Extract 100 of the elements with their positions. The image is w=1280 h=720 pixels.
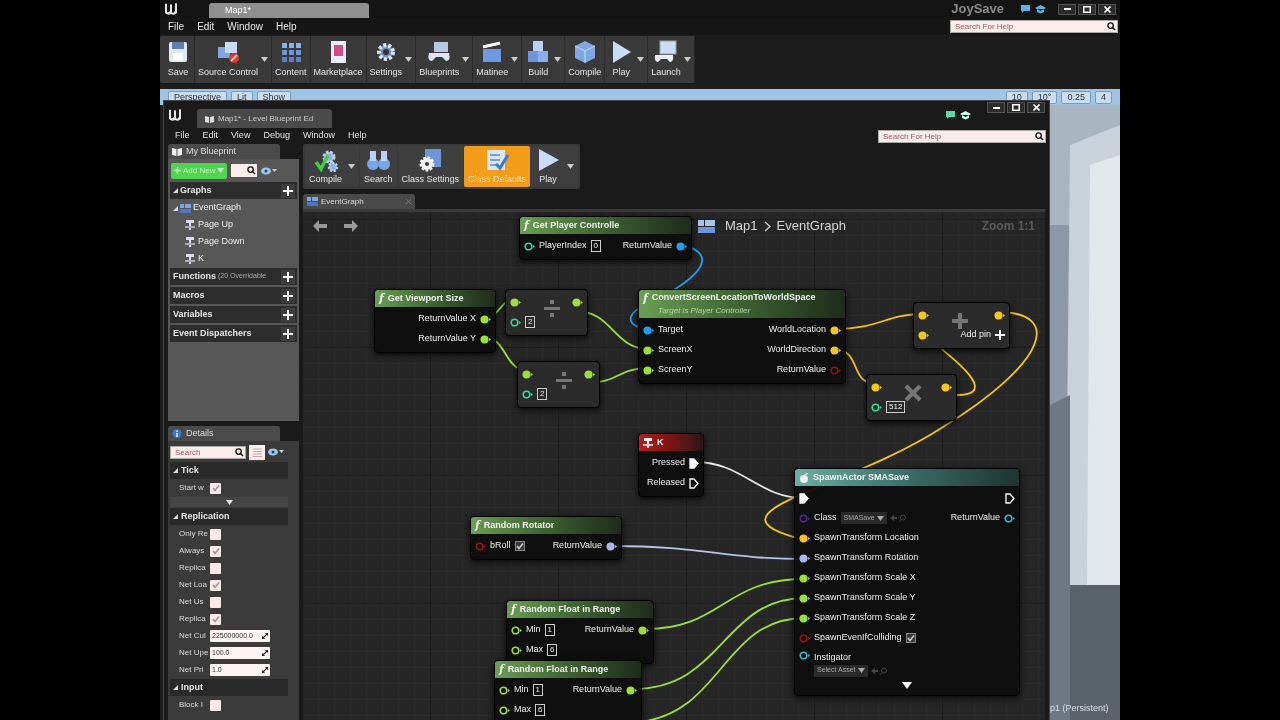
toolbar-button[interactable]: Blueprints: [416, 36, 474, 83]
menu-item[interactable]: View: [231, 129, 251, 143]
blueprint-node[interactable]: 512: [866, 374, 957, 421]
menu-item[interactable]: Window: [302, 129, 335, 143]
close-button[interactable]: [1098, 3, 1116, 15]
toolbar-button[interactable]: Matinee: [473, 36, 523, 83]
eye-icon[interactable]: [268, 448, 284, 456]
maximize-button[interactable]: [1078, 3, 1096, 15]
section-header[interactable]: Graphs: [170, 182, 297, 199]
pin-icon[interactable]: [799, 613, 810, 623]
pin-icon[interactable]: [643, 365, 654, 375]
pin-icon[interactable]: [799, 533, 810, 543]
blueprint-node[interactable]: f Random Float in Range Min 1 Max 6 ReturnValue: [506, 600, 654, 664]
pin-icon[interactable]: [830, 325, 841, 335]
pin-icon[interactable]: [510, 297, 521, 307]
exec-pin-icon[interactable]: [799, 492, 809, 504]
section-header[interactable]: Macros: [170, 287, 297, 304]
pin-value-field[interactable]: 1: [532, 684, 543, 696]
pin-icon[interactable]: [1004, 513, 1015, 523]
pin-icon[interactable]: [511, 645, 522, 655]
maximize-button[interactable]: [1007, 102, 1025, 113]
toolbar-button[interactable]: Class Settings: [397, 146, 464, 187]
pin-icon[interactable]: [572, 297, 583, 307]
tree-item[interactable]: Page Down: [170, 234, 297, 249]
graph-tab[interactable]: EventGraph: [303, 194, 415, 209]
pin-icon[interactable]: [584, 369, 595, 379]
pin-icon[interactable]: [499, 685, 510, 695]
pin-icon[interactable]: [480, 334, 491, 344]
toolbar-button[interactable]: Settings: [366, 36, 417, 83]
menu-item[interactable]: File: [175, 129, 190, 143]
close-button[interactable]: [1027, 102, 1045, 113]
toolbar-button[interactable]: Save: [162, 36, 195, 83]
pin-icon[interactable]: [676, 241, 687, 251]
toolbar-button[interactable]: Source Control: [195, 36, 273, 83]
blueprint-node[interactable]: f ConvertScreenLocationToWorldSpace Target is Player Controller Target ScreenX ScreenY WorldLocation WorldDirection ReturnValue: [638, 289, 846, 384]
blueprint-node[interactable]: Add pin: [913, 302, 1010, 349]
pin-icon[interactable]: [643, 325, 654, 335]
toolbar-button[interactable]: Play: [605, 36, 649, 83]
pin-icon[interactable]: [638, 625, 649, 635]
toolbar-button[interactable]: Launch: [648, 36, 695, 83]
pin-icon[interactable]: [799, 573, 810, 583]
pin-icon[interactable]: [480, 314, 491, 324]
toolbar-button[interactable]: Content: [272, 36, 311, 83]
section-header[interactable]: Event Dispatchers: [170, 325, 297, 342]
pin-icon[interactable]: [626, 685, 637, 695]
checkbox[interactable]: [210, 579, 221, 591]
eye-icon[interactable]: [261, 166, 278, 175]
toolbar-button[interactable]: Marketplace: [310, 36, 367, 83]
checkbox[interactable]: [210, 613, 221, 625]
pin-icon[interactable]: [941, 382, 952, 392]
checkbox[interactable]: [514, 541, 525, 551]
pin-icon[interactable]: [643, 345, 654, 355]
exec-pin-icon[interactable]: [689, 477, 699, 489]
breadcrumb-item[interactable]: EventGraph: [776, 216, 846, 236]
pin-icon[interactable]: [918, 330, 929, 340]
blueprint-node[interactable]: 2: [517, 361, 600, 408]
blueprint-node[interactable]: [794, 468, 1020, 696]
menu-item[interactable]: Edit: [202, 129, 219, 143]
checkbox[interactable]: [210, 562, 221, 574]
menu-item[interactable]: Window: [227, 19, 263, 34]
forward-arrow-icon[interactable]: [344, 220, 358, 232]
viewport-option[interactable]: 0.25: [1061, 90, 1091, 104]
pin-value-field[interactable]: 1: [544, 624, 555, 636]
panel-tab[interactable]: Details: [168, 426, 280, 441]
menu-item[interactable]: Help: [275, 19, 297, 34]
pin-value-field[interactable]: 2: [537, 388, 548, 400]
list-view-button[interactable]: [249, 444, 265, 460]
pin-icon[interactable]: [522, 389, 533, 399]
pin-value-field[interactable]: 0: [590, 240, 601, 252]
breadcrumb-item[interactable]: Map1: [725, 216, 758, 236]
checkbox[interactable]: [210, 596, 221, 608]
toolbar-button[interactable]: Search: [360, 146, 397, 187]
search-field[interactable]: [231, 164, 258, 177]
pin-icon[interactable]: [918, 310, 929, 320]
tree-item[interactable]: K: [170, 251, 297, 266]
checkbox[interactable]: [210, 528, 221, 540]
help-search-field[interactable]: Search For Help: [878, 129, 1046, 143]
pin-icon[interactable]: [871, 402, 882, 412]
details-search-field[interactable]: Search: [170, 445, 246, 459]
pin-icon[interactable]: [871, 382, 882, 392]
section-header[interactable]: Replication: [170, 508, 288, 525]
add-button[interactable]: [281, 288, 295, 303]
menu-item[interactable]: File: [168, 19, 185, 34]
menu-item[interactable]: Help: [347, 129, 367, 143]
checkbox[interactable]: [905, 633, 916, 643]
section-header[interactable]: Input: [170, 679, 288, 696]
toolbar-button[interactable]: Compile: [305, 146, 359, 187]
pin-value-field[interactable]: 6: [535, 704, 546, 716]
pin-icon[interactable]: [522, 369, 533, 379]
pin-icon[interactable]: [830, 345, 841, 355]
pin-icon[interactable]: [799, 593, 810, 603]
section-header[interactable]: Variables: [170, 306, 297, 323]
add-button[interactable]: [281, 326, 295, 341]
editor-tab[interactable]: Map1* - Level Blueprint Ed: [197, 109, 332, 128]
pin-icon[interactable]: [511, 625, 522, 635]
toolbar-button[interactable]: Play: [531, 146, 579, 187]
menu-item[interactable]: Debug: [263, 129, 290, 143]
blueprint-node[interactable]: f Get Player Controlle PlayerIndex 0 ReturnValue: [519, 216, 692, 260]
expand-arrow-icon[interactable]: [902, 682, 912, 689]
toolbar-button[interactable]: Compile: [565, 36, 606, 83]
